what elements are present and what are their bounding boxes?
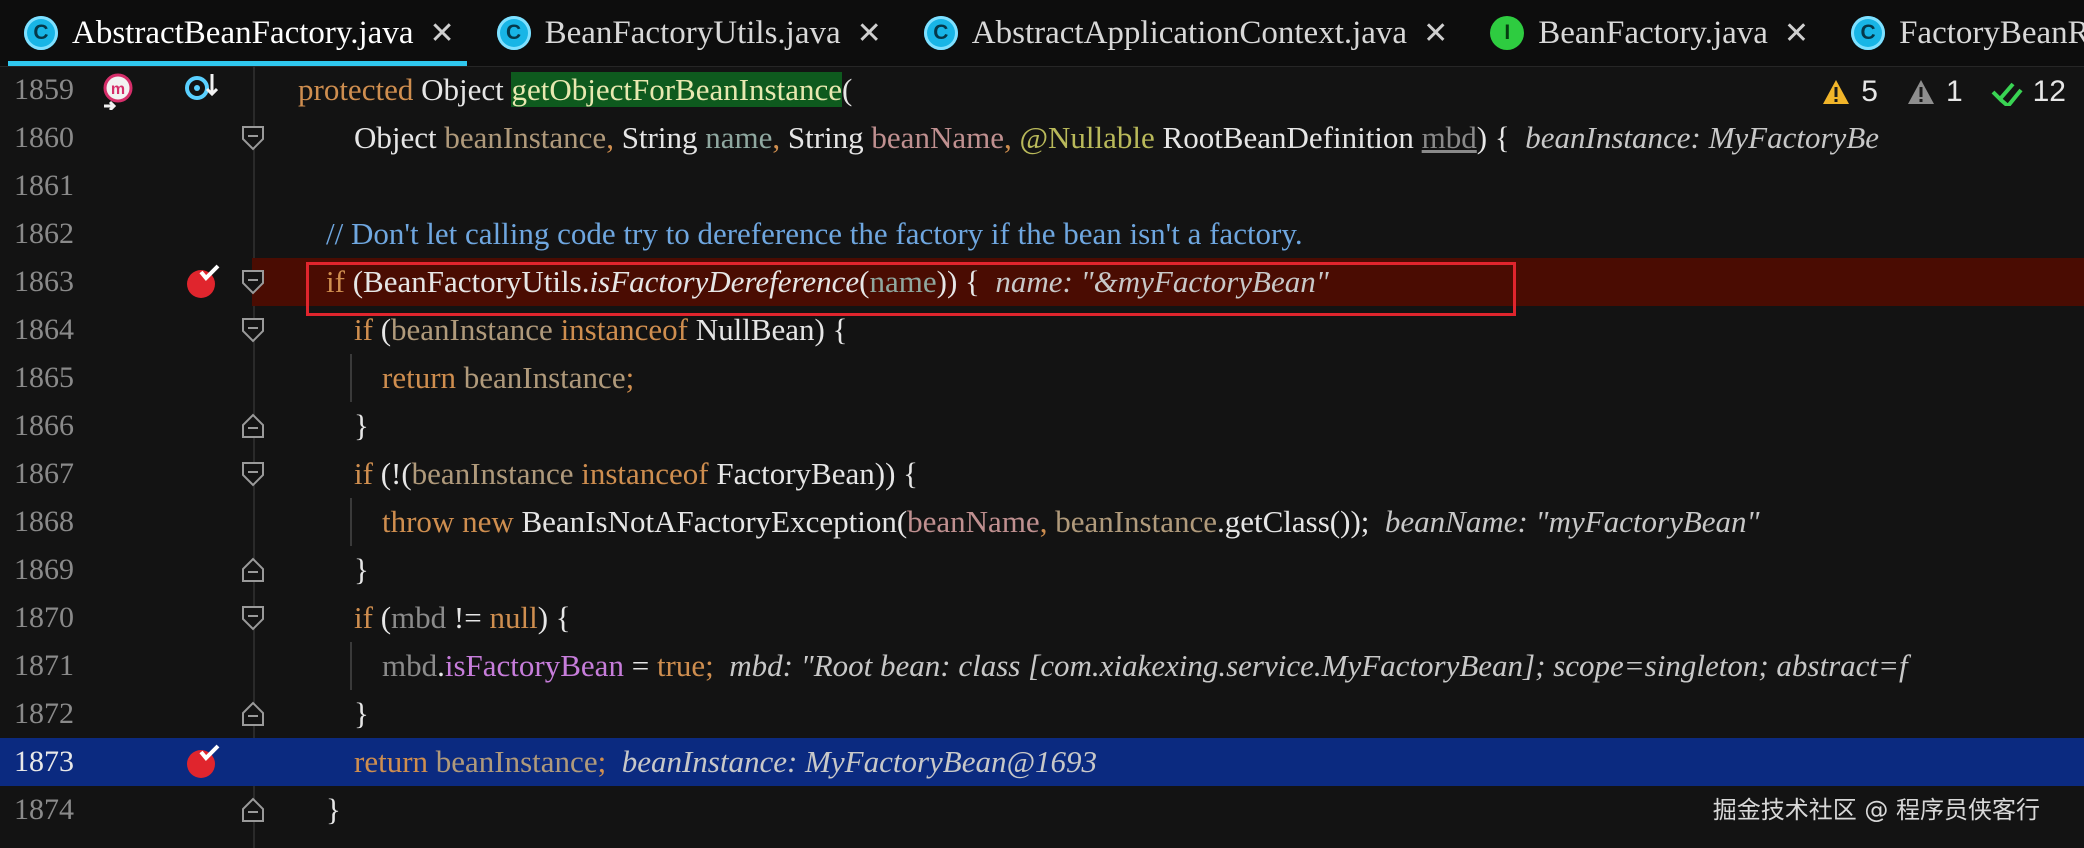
fold-end-icon[interactable] bbox=[240, 410, 266, 445]
fold-marker-icon[interactable] bbox=[240, 124, 266, 159]
ok-count: 12 bbox=[2032, 75, 2066, 108]
code-text: protected Object getObjectForBeanInstanc… bbox=[298, 72, 853, 107]
code-text: Object beanInstance, String name, String… bbox=[354, 120, 1880, 155]
weak-warning-icon bbox=[1907, 80, 1934, 104]
code-line[interactable]: 1860 Object beanInstance, String name, S… bbox=[0, 114, 2084, 162]
line-number: 1866 bbox=[14, 409, 74, 442]
watermark: 掘金技术社区 @ 程序员侠客行 bbox=[1712, 796, 2040, 824]
tab-label: AbstractBeanFactory.java bbox=[72, 14, 414, 51]
class-icon: C bbox=[923, 16, 958, 50]
code-line[interactable]: 1870 if (mbd != null) { bbox=[0, 594, 2084, 642]
close-icon[interactable]: ✕ bbox=[1423, 16, 1448, 51]
warning-icon bbox=[1823, 80, 1850, 104]
close-icon[interactable]: ✕ bbox=[857, 16, 882, 51]
line-number: 1861 bbox=[14, 169, 74, 202]
fold-marker-icon[interactable] bbox=[240, 316, 266, 351]
tab-label: BeanFactory.java bbox=[1538, 14, 1768, 51]
code-text: } bbox=[354, 408, 369, 443]
indent-guide bbox=[350, 498, 352, 546]
line-number: 1869 bbox=[14, 553, 74, 586]
fold-end-icon[interactable] bbox=[240, 698, 266, 733]
code-line[interactable]: 1868 throw new BeanIsNotAFactoryExceptio… bbox=[0, 498, 2084, 546]
code-text: throw new BeanIsNotAFactoryException(bea… bbox=[382, 504, 1760, 539]
code-text: if (mbd != null) { bbox=[354, 600, 571, 635]
code-text: if (!(beanInstance instanceof FactoryBea… bbox=[354, 456, 919, 491]
code-line[interactable]: 1862 // Don't let calling code try to de… bbox=[0, 210, 2084, 258]
code-line[interactable]: 1867 if (!(beanInstance instanceof Facto… bbox=[0, 450, 2084, 498]
fold-marker-icon[interactable] bbox=[240, 604, 266, 639]
overrides-method-icon[interactable]: m bbox=[100, 72, 136, 115]
line-number: 1864 bbox=[14, 313, 74, 346]
weak-warnings-count: 1 bbox=[1945, 75, 1963, 108]
code-text: if (beanInstance instanceof NullBean) { bbox=[354, 312, 848, 347]
code-line[interactable]: 1864 if (beanInstance instanceof NullBea… bbox=[0, 306, 2084, 354]
code-line[interactable]: 1871 mbd.isFactoryBean = true; mbd: "Roo… bbox=[0, 642, 2084, 690]
tab-bean-factory[interactable]: I BeanFactory.java ✕ bbox=[1466, 0, 1827, 66]
fold-end-icon[interactable] bbox=[240, 794, 266, 829]
indent-guide bbox=[350, 354, 352, 402]
inspection-widget[interactable]: 5 1 12 bbox=[1821, 70, 2084, 114]
indent-guide bbox=[350, 642, 352, 690]
code-text: } bbox=[354, 552, 369, 587]
implemented-method-icon[interactable] bbox=[184, 72, 219, 113]
code-text: return beanInstance; bbox=[382, 360, 635, 395]
code-line[interactable]: 1861 bbox=[0, 162, 2084, 210]
code-line[interactable]: 1869 } bbox=[0, 546, 2084, 594]
line-number: 1860 bbox=[14, 121, 74, 154]
code-text: } bbox=[326, 792, 341, 827]
tab-abstract-application-context[interactable]: C AbstractApplicationContext.java ✕ bbox=[900, 0, 1466, 66]
tab-label: BeanFactoryUtils.java bbox=[544, 14, 841, 51]
fold-marker-icon[interactable] bbox=[240, 268, 266, 303]
code-editor[interactable]: 1859 m protected Object getObjectForBean… bbox=[0, 66, 2084, 848]
code-line[interactable]: 1872 } bbox=[0, 690, 2084, 738]
line-number: 1863 bbox=[14, 265, 74, 298]
code-line-execution-point[interactable]: 1873 return beanInstance; beanInstance: … bbox=[0, 738, 2084, 786]
close-icon[interactable]: ✕ bbox=[429, 16, 454, 51]
close-icon[interactable]: ✕ bbox=[1784, 16, 1809, 51]
code-text: } bbox=[354, 696, 369, 731]
tab-label: AbstractApplicationContext.java bbox=[971, 14, 1408, 51]
tab-bean-factory-utils[interactable]: C BeanFactoryUtils.java ✕ bbox=[473, 0, 900, 66]
breakpoint-icon[interactable] bbox=[186, 744, 220, 785]
code-comment: // Don't let calling code try to derefer… bbox=[326, 216, 1303, 251]
code-line[interactable]: 1859 m protected Object getObjectForBean… bbox=[0, 66, 2084, 114]
interface-icon: I bbox=[1490, 16, 1525, 50]
code-line[interactable]: 1865 return beanInstance; bbox=[0, 354, 2084, 402]
class-icon: C bbox=[496, 16, 531, 50]
tab-label: FactoryBeanRe bbox=[1899, 14, 2084, 51]
class-icon: C bbox=[1851, 16, 1886, 50]
tab-factory-bean-registry[interactable]: C FactoryBeanRe bbox=[1827, 0, 2084, 66]
line-number: 1872 bbox=[14, 697, 74, 730]
warnings-count: 5 bbox=[1861, 75, 1878, 108]
code-text: return beanInstance; beanInstance: MyFac… bbox=[354, 744, 1097, 779]
breakpoint-icon[interactable] bbox=[186, 264, 220, 305]
fold-marker-icon[interactable] bbox=[240, 460, 266, 495]
svg-text:m: m bbox=[111, 81, 125, 98]
line-number: 1867 bbox=[14, 457, 74, 490]
line-number: 1873 bbox=[14, 745, 74, 778]
code-line[interactable]: 1866 } bbox=[0, 402, 2084, 450]
line-number: 1862 bbox=[14, 217, 74, 250]
line-number: 1865 bbox=[14, 361, 74, 394]
line-number: 1859 bbox=[14, 73, 74, 106]
code-text: mbd.isFactoryBean = true; mbd: "Root bea… bbox=[382, 648, 1908, 683]
fold-end-icon[interactable] bbox=[240, 554, 266, 589]
line-number: 1871 bbox=[14, 649, 74, 682]
line-number: 1868 bbox=[14, 505, 74, 538]
line-number: 1870 bbox=[14, 601, 74, 634]
class-icon: C bbox=[24, 16, 58, 50]
line-number: 1874 bbox=[14, 793, 74, 826]
editor-tab-bar: C AbstractBeanFactory.java ✕ C BeanFacto… bbox=[0, 0, 2084, 67]
tab-abstract-bean-factory[interactable]: C AbstractBeanFactory.java ✕ bbox=[0, 0, 473, 66]
double-check-icon bbox=[1991, 82, 2023, 106]
